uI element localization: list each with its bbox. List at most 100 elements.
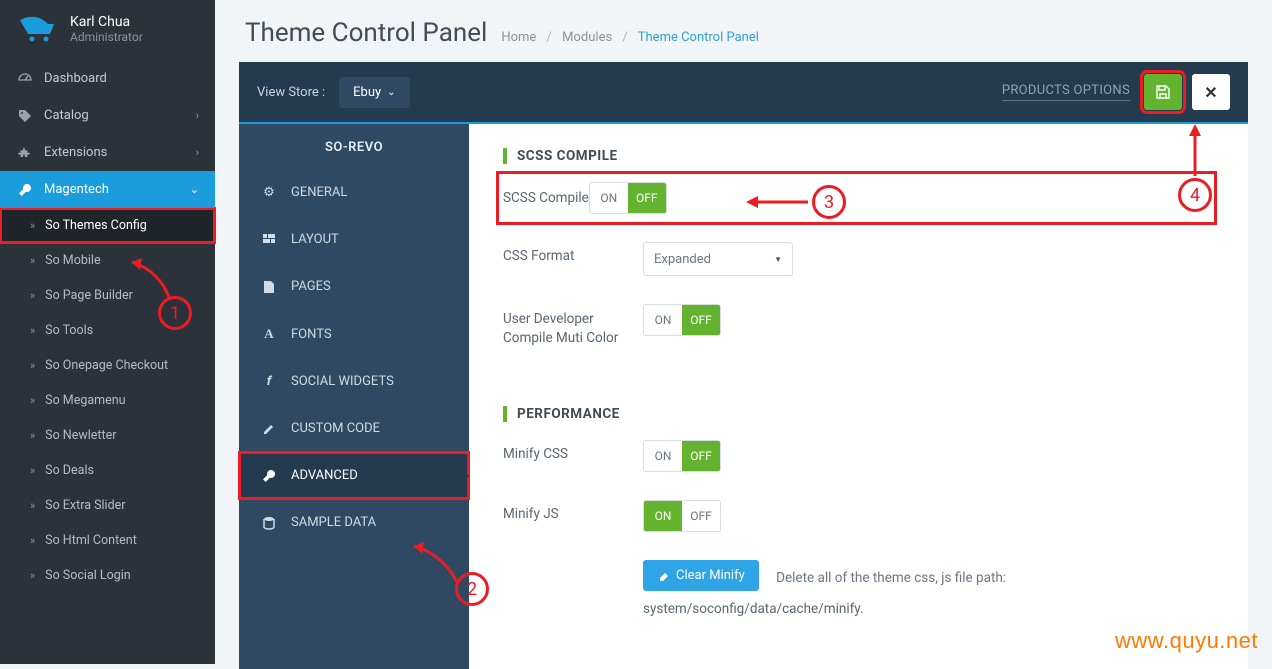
- nav-dashboard[interactable]: Dashboard: [0, 60, 215, 97]
- pnav-custom-code[interactable]: CUSTOM CODE: [239, 405, 469, 452]
- sidebar-sub-so-onepage-checkout[interactable]: » So Onepage Checkout: [0, 348, 215, 383]
- sub-label: So Megamenu: [45, 393, 125, 408]
- toggle-off[interactable]: OFF: [628, 183, 666, 213]
- sidebar-sub-so-themes-config[interactable]: » So Themes Config: [0, 208, 215, 243]
- nav-extensions[interactable]: Extensions ›: [0, 134, 215, 171]
- panel-nav-title: SO-REVO: [239, 124, 469, 169]
- toggle-on[interactable]: ON: [644, 441, 682, 471]
- wrench-icon: [261, 469, 277, 483]
- sub-label: So Mobile: [45, 253, 100, 268]
- section-performance: PERFORMANCE: [503, 406, 1214, 422]
- pnav-layout[interactable]: LAYOUT: [239, 216, 469, 263]
- clear-minify-button[interactable]: Clear Minify: [643, 560, 759, 591]
- clear-minify-help1: Delete all of the theme css, js file pat…: [776, 570, 1006, 586]
- gear-icon: ⚙: [261, 185, 277, 200]
- double-angle-icon: »: [30, 394, 35, 407]
- toggle-off[interactable]: OFF: [682, 501, 720, 531]
- page-title: Theme Control Panel: [245, 18, 487, 48]
- content: SCSS COMPILE SCSS Compile ON OFF CSS For…: [469, 124, 1248, 669]
- minify-js-toggle[interactable]: ON OFF: [643, 500, 721, 532]
- sub-label: So Html Content: [45, 533, 137, 548]
- sidebar-sub-so-extra-slider[interactable]: »So Extra Slider: [0, 488, 215, 523]
- breadcrumb-home[interactable]: Home: [501, 30, 536, 45]
- toggle-on[interactable]: ON: [644, 305, 682, 335]
- breadcrumb-modules[interactable]: Modules: [562, 30, 612, 45]
- double-angle-icon: »: [30, 359, 35, 372]
- page-icon: [261, 280, 277, 294]
- css-format-row: CSS Format Expanded ▼: [503, 242, 1214, 276]
- pnav-label: LAYOUT: [291, 232, 339, 247]
- pnav-social-widgets[interactable]: f SOCIAL WIDGETS: [239, 358, 469, 405]
- store-value: Ebuy: [353, 85, 381, 100]
- nav-label: Catalog: [44, 108, 89, 123]
- toggle-off[interactable]: OFF: [682, 441, 720, 471]
- pnav-sample-data[interactable]: SAMPLE DATA: [239, 499, 469, 546]
- sidebar-sub-so-deals[interactable]: »So Deals: [0, 453, 215, 488]
- scss-compile-toggle[interactable]: ON OFF: [589, 182, 667, 214]
- clear-minify-row: Clear Minify Delete all of the theme css…: [503, 560, 1214, 617]
- sub-label: So Onepage Checkout: [45, 358, 168, 373]
- toggle-on[interactable]: ON: [590, 183, 628, 213]
- css-format-label: CSS Format: [503, 242, 643, 264]
- facebook-icon: f: [261, 374, 277, 389]
- clear-minify-help2: system/soconfig/data/cache/minify.: [643, 601, 1006, 617]
- panel-nav: SO-REVO ⚙ GENERAL LAYOUT PAGES AFONTS f SO…: [239, 124, 469, 669]
- pnav-pages[interactable]: PAGES: [239, 263, 469, 310]
- sub-label: So Page Builder: [45, 288, 133, 303]
- save-icon: [1155, 84, 1171, 100]
- clear-minify-label: Clear Minify: [676, 568, 745, 583]
- sidebar-sub-so-tools[interactable]: »So Tools: [0, 313, 215, 348]
- toggle-off[interactable]: OFF: [682, 305, 720, 335]
- sub-label: So Newletter: [45, 428, 116, 443]
- page-header: Theme Control Panel Home / Modules / The…: [215, 0, 1272, 62]
- sidebar-sub-so-mobile[interactable]: » So Mobile: [0, 243, 215, 278]
- main: Theme Control Panel Home / Modules / The…: [215, 0, 1272, 664]
- view-store-label: View Store :: [257, 85, 325, 100]
- minify-js-row: Minify JS ON OFF: [503, 500, 1214, 532]
- breadcrumb-sep: /: [622, 30, 627, 45]
- wrench-icon: [16, 183, 34, 197]
- double-angle-icon: »: [30, 254, 35, 267]
- sidebar-sub-so-page-builder[interactable]: »So Page Builder: [0, 278, 215, 313]
- sidebar-sub-so-social-login[interactable]: »So Social Login: [0, 558, 215, 593]
- sidebar-sub-so-megamenu[interactable]: » So Megamenu: [0, 383, 215, 418]
- user-info: Karl Chua Administrator: [70, 14, 143, 44]
- toolbar: View Store : Ebuy ⌄ PRODUCTS OPTIONS ✕: [239, 62, 1248, 124]
- pnav-label: SOCIAL WIDGETS: [291, 374, 394, 389]
- chevron-down-icon: ⌄: [190, 183, 199, 196]
- breadcrumb: Home / Modules / Theme Control Panel: [501, 30, 759, 45]
- double-angle-icon: »: [30, 219, 35, 232]
- toggle-on[interactable]: ON: [644, 501, 682, 531]
- products-options-link[interactable]: PRODUCTS OPTIONS: [1002, 83, 1130, 101]
- close-button[interactable]: ✕: [1192, 74, 1230, 110]
- tag-icon: [16, 109, 34, 123]
- user-dev-toggle[interactable]: ON OFF: [643, 304, 721, 336]
- user-role: Administrator: [70, 30, 143, 44]
- chevron-down-icon: ▼: [774, 255, 782, 264]
- store-selector[interactable]: Ebuy ⌄: [339, 77, 409, 108]
- pnav-advanced[interactable]: ADVANCED: [239, 452, 469, 499]
- user-block: Karl Chua Administrator: [0, 0, 215, 60]
- nav-magentech[interactable]: Magentech ⌄: [0, 171, 215, 208]
- double-angle-icon: »: [30, 429, 35, 442]
- save-button[interactable]: [1144, 74, 1182, 110]
- logo-icon: [18, 14, 58, 44]
- css-format-select[interactable]: Expanded ▼: [643, 242, 793, 276]
- chevron-right-icon: ›: [196, 109, 199, 122]
- pnav-fonts[interactable]: AFONTS: [239, 310, 469, 358]
- scss-compile-label: SCSS Compile: [499, 190, 589, 206]
- pnav-label: CUSTOM CODE: [291, 421, 380, 436]
- sidebar-sub-so-html-content[interactable]: »So Html Content: [0, 523, 215, 558]
- pnav-general[interactable]: ⚙ GENERAL: [239, 169, 469, 216]
- puzzle-icon: [16, 146, 34, 160]
- pnav-label: ADVANCED: [291, 468, 358, 483]
- breadcrumb-current: Theme Control Panel: [638, 30, 759, 45]
- pnav-label: GENERAL: [291, 185, 347, 200]
- nav-catalog[interactable]: Catalog ›: [0, 97, 215, 134]
- grid-icon: [261, 233, 277, 247]
- css-format-value: Expanded: [654, 252, 711, 267]
- minify-css-toggle[interactable]: ON OFF: [643, 440, 721, 472]
- minify-js-label: Minify JS: [503, 500, 643, 522]
- double-angle-icon: »: [30, 569, 35, 582]
- sidebar-sub-so-newletter[interactable]: » So Newletter: [0, 418, 215, 453]
